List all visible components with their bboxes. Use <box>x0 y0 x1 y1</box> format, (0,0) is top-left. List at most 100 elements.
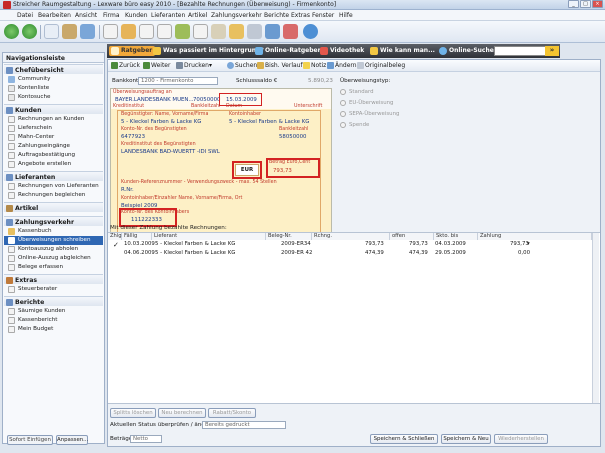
radio-standard[interactable]: Standard <box>340 89 374 95</box>
menu-lieferanten[interactable]: Lieferanten <box>151 12 185 19</box>
nav-item-mein-budget[interactable]: Mein Budget <box>4 325 103 334</box>
nav-item-online-auszug[interactable]: Online-Auszug abgleichen <box>4 254 103 263</box>
bank-blz[interactable]: 70050000 <box>193 97 220 103</box>
wiederherstellen-button[interactable]: Wiederherstellen <box>494 434 548 444</box>
nav-item-zahlungseingaenge[interactable]: Zahlungseingänge <box>4 142 103 151</box>
table-scrollbar[interactable] <box>592 233 599 403</box>
nav-item-rechnungen-lieferanten[interactable]: Rechnungen von Lieferanten <box>4 182 103 191</box>
nav-item-mahn-center[interactable]: Mahn-Center <box>4 133 103 142</box>
chevron-down-icon[interactable]: ▾ <box>527 241 530 249</box>
delivery-icon[interactable] <box>157 24 172 39</box>
tab-online-suche[interactable]: Online-Suche <box>437 46 497 56</box>
bankkonto-select[interactable]: 1200 - Firmenkonto <box>138 77 218 85</box>
menu-artikel[interactable]: Artikel <box>188 12 207 19</box>
nav-item-rechnungen-begleichen[interactable]: Rechnungen begleichen <box>4 191 103 200</box>
notiz-button[interactable]: Notiz <box>311 62 326 69</box>
nav-item-community[interactable]: Community <box>4 75 103 84</box>
nav-item-kassenbuch[interactable]: Kassenbuch <box>4 227 103 236</box>
nav-item-kassenbericht[interactable]: Kassenbericht <box>4 316 103 325</box>
aendern-button[interactable]: Ändern <box>335 62 357 69</box>
tab-wie-kann-man[interactable]: Wie kann man... <box>368 46 438 56</box>
radio-eu[interactable]: EU-Überweisung <box>340 100 393 106</box>
nav-item-kontenliste[interactable]: Kontenliste <box>4 84 103 93</box>
menu-datei[interactable]: Datei <box>17 12 33 19</box>
menu-ansicht[interactable]: Ansicht <box>75 12 97 19</box>
online-search-input[interactable] <box>494 46 546 56</box>
maximize-icon[interactable]: □ <box>580 0 591 8</box>
col-header-skto[interactable]: Skto. bis <box>434 233 478 240</box>
originalbeleg-button[interactable]: Originalbeleg <box>365 62 405 69</box>
customers-icon[interactable] <box>80 24 95 39</box>
rabatt-skonto-button[interactable]: Rabatt/Skonto <box>208 408 256 418</box>
beguenstigter-value[interactable]: 5 - Kleckel Farben & Lacke KG <box>121 119 201 125</box>
nav-item-auftragsbestaetigung[interactable]: Auftragsbestätigung <box>4 151 103 160</box>
cashbook-icon[interactable] <box>229 24 244 39</box>
anpassen-button[interactable]: Anpassen... <box>56 435 88 445</box>
close-icon[interactable]: × <box>592 0 603 8</box>
tab-ratgeber[interactable]: Ratgeber <box>109 46 156 56</box>
nav-section-artikel[interactable]: Artikel <box>4 202 103 212</box>
menu-bearbeiten[interactable]: Bearbeiten <box>38 12 71 19</box>
weiter-button[interactable]: Weiter <box>151 62 170 69</box>
calculator-icon[interactable] <box>247 24 262 39</box>
home-icon[interactable] <box>44 24 59 39</box>
chevron-down-icon[interactable]: ▾ <box>209 62 212 69</box>
drucken-button[interactable]: Drucken <box>184 62 209 69</box>
nav-item-rechnungen-kunden[interactable]: Rechnungen an Kunden <box>4 115 103 124</box>
report-icon[interactable] <box>265 24 280 39</box>
nav-item-steuerberater[interactable]: Steuerberater <box>4 285 103 294</box>
bank-icon[interactable] <box>211 24 226 39</box>
nav-section-extras[interactable]: Extras <box>4 274 103 284</box>
col-header-beleg[interactable]: Beleg-Nr. <box>266 233 312 240</box>
nav-item-saeumige-kunden[interactable]: Säumige Kunden <box>4 307 103 316</box>
col-header-offen[interactable]: offen <box>390 233 434 240</box>
nav-section-zahlungsverkehr[interactable]: Zahlungsverkehr <box>4 216 103 226</box>
kontonr-value[interactable]: 6477923 <box>121 134 145 140</box>
search-go-button[interactable]: » <box>545 46 559 56</box>
minimize-icon[interactable]: _ <box>568 0 579 8</box>
cell-zahlung[interactable]: 0,00 <box>518 250 530 258</box>
col-header-lieferant[interactable]: Lieferant <box>152 233 266 240</box>
tab-online-ratgeber[interactable]: Online-Ratgeber <box>253 46 324 56</box>
tab-hintergrund[interactable]: Was passiert im Hintergrund? <box>151 46 267 56</box>
row-check-icon[interactable]: ✓ <box>113 241 119 249</box>
chart-icon[interactable] <box>283 24 298 39</box>
zurueck-button[interactable]: Zurück <box>119 62 140 69</box>
speichern-neu-button[interactable]: Speichern & Neu <box>441 434 491 444</box>
col-header-zhlg[interactable]: Zhlg. <box>108 233 123 240</box>
menu-fenster[interactable]: Fenster <box>312 12 334 19</box>
radio-spende[interactable]: Spende <box>340 122 369 128</box>
nav-item-kontoauszug[interactable]: Kontoauszug abholen <box>4 245 103 254</box>
offer-icon[interactable] <box>121 24 136 39</box>
forward-nav-icon[interactable] <box>22 24 37 39</box>
invoice-icon[interactable] <box>103 24 118 39</box>
nav-item-belege[interactable]: Belege erfassen <box>4 263 103 272</box>
bank-name[interactable]: BAYER.LANDESBANK MUEN... <box>115 97 194 103</box>
help-icon[interactable] <box>303 24 318 39</box>
nav-section-lieferanten[interactable]: Lieferanten <box>4 171 103 181</box>
menu-kunden[interactable]: Kunden <box>125 12 148 19</box>
tab-videothek[interactable]: Videothek <box>318 46 367 56</box>
nav-section-berichte[interactable]: Berichte <box>4 296 103 306</box>
company-icon[interactable] <box>62 24 77 39</box>
sofort-einfuegen-button[interactable]: Sofort Einfügen <box>7 435 53 445</box>
menu-extras[interactable]: Extras <box>291 12 310 19</box>
blz2-value[interactable]: 58050000 <box>279 134 306 140</box>
col-header-faellig[interactable]: Fällig <box>122 233 152 240</box>
nav-item-lieferschein[interactable]: Lieferschein <box>4 124 103 133</box>
suchen-button[interactable]: Suchen <box>235 62 257 69</box>
menu-zahlungsverkehr[interactable]: Zahlungsverkehr <box>211 12 262 19</box>
col-header-zahlung[interactable]: Zahlung <box>478 233 592 240</box>
menu-berichte[interactable]: Berichte <box>264 12 289 19</box>
order-icon[interactable] <box>139 24 154 39</box>
menu-firma[interactable]: Firma <box>103 12 120 19</box>
col-header-rchng[interactable]: Rchng. <box>312 233 390 240</box>
nav-item-ueberweisungen[interactable]: Überweisungen schreiben <box>4 236 103 245</box>
back-nav-icon[interactable] <box>4 24 19 39</box>
betraege-select[interactable]: Netto <box>130 435 162 443</box>
nav-section-kunden[interactable]: Kunden <box>4 104 103 114</box>
radio-sepa[interactable]: SEPA-Überweisung <box>340 111 399 117</box>
referenz-value[interactable]: R.Nr. <box>121 187 134 193</box>
splitts-loeschen-button[interactable]: Splitts löschen <box>110 408 156 418</box>
kreditinstitut2-value[interactable]: LANDESBANK BAD-WUERTT -IDI SWL <box>121 149 220 155</box>
